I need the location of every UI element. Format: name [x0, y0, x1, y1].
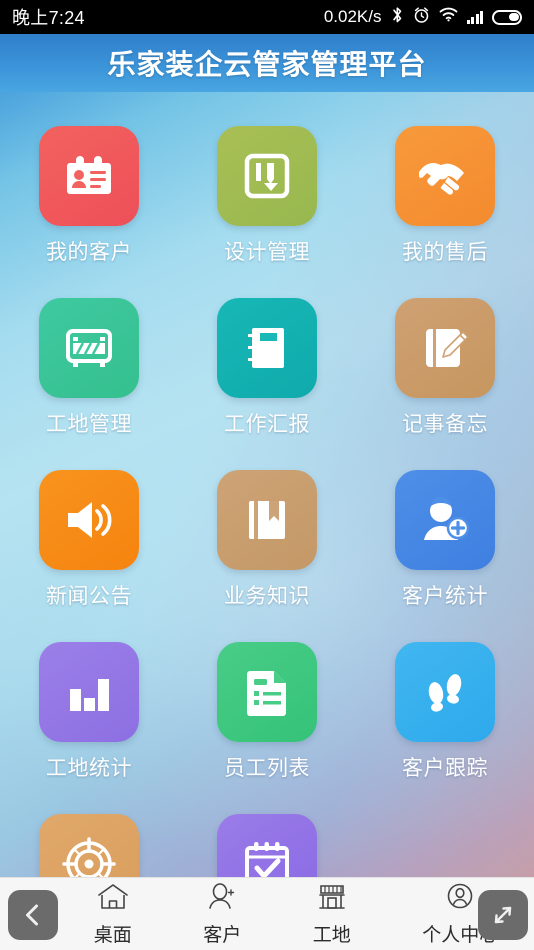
barrier-icon: [39, 298, 139, 398]
nav-item-worksite[interactable]: 工地: [313, 882, 351, 947]
grid-item-label: 记事备忘: [402, 413, 488, 436]
nav-item-label: 客户: [203, 925, 242, 946]
grid-item-label: 新闻公告: [46, 585, 132, 608]
grid-item-label: 工作汇报: [224, 413, 310, 436]
page-title: 乐家装企云管家管理平台: [107, 49, 427, 80]
footprints-icon: [395, 642, 495, 742]
nav-item-desktop[interactable]: 桌面: [94, 882, 132, 947]
grid-item-label: 客户跟踪: [402, 757, 488, 780]
grid-item-memo[interactable]: 记事备忘: [370, 298, 520, 438]
bluetooth-icon: [391, 6, 404, 29]
grid-item-my-customers[interactable]: 我的客户: [14, 126, 164, 266]
content-area: 我的客户 设计管理 我的售后 工地管理 工作汇报 记事备忘 新闻公告 业务知识 …: [0, 92, 534, 877]
home-icon: [96, 882, 130, 917]
bar-chart-icon: [39, 642, 139, 742]
grid-item-label: 设计管理: [224, 241, 310, 264]
shrink-arrows-icon: [494, 906, 512, 924]
grid-item-site-tracking[interactable]: 工地跟踪: [14, 814, 164, 877]
notebook-icon: [217, 298, 317, 398]
app-screen: 晚上7:24 0.02K/s 乐家装企云管家管理平台 我的客户 设计管理 我的售…: [0, 0, 534, 950]
signal-icon: [466, 10, 483, 24]
contact-card-icon: [39, 126, 139, 226]
back-chevron-icon: [26, 904, 38, 926]
grid-item-site-stats[interactable]: 工地统计: [14, 642, 164, 782]
list-document-icon: [217, 642, 317, 742]
calendar-check-icon: [217, 814, 317, 877]
grid-item-label: 我的客户: [46, 241, 132, 264]
book-download-icon: [217, 126, 317, 226]
bottom-nav-bar: 桌面 客户 工地 个人中心: [0, 877, 534, 950]
nav-item-label: 桌面: [93, 925, 132, 946]
grid-item-label: 工地管理: [46, 413, 132, 436]
nav-item-label: 工地: [312, 925, 351, 946]
wifi-icon: [439, 7, 458, 27]
books-icon: [217, 470, 317, 570]
grid-item-site-management[interactable]: 工地管理: [14, 298, 164, 438]
status-bar-indicators: 0.02K/s: [324, 6, 522, 29]
grid-item-label: 我的售后: [402, 241, 488, 264]
user-add-icon: [395, 470, 495, 570]
grid-item-news[interactable]: 新闻公告: [14, 470, 164, 610]
back-button[interactable]: [8, 890, 58, 940]
status-bar-time: 晚上7:24: [12, 8, 85, 28]
app-header: 乐家装企云管家管理平台: [0, 34, 534, 92]
grid-item-design-management[interactable]: 设计管理: [192, 126, 342, 266]
customer-add-icon: [205, 882, 239, 917]
profile-circle-icon: [443, 882, 477, 917]
radar-target-icon: [39, 814, 139, 877]
grid-item-label: 工地统计: [46, 757, 132, 780]
grid-item-attendance[interactable]: 考勤签到: [192, 814, 342, 877]
bottom-nav-items: 桌面 客户 工地 个人中心: [0, 882, 534, 947]
grid-item-label: 员工列表: [224, 757, 310, 780]
app-grid: 我的客户 设计管理 我的售后 工地管理 工作汇报 记事备忘 新闻公告 业务知识 …: [0, 92, 534, 877]
megaphone-icon: [39, 470, 139, 570]
handshake-icon: [395, 126, 495, 226]
grid-item-business-knowledge[interactable]: 业务知识: [192, 470, 342, 610]
grid-item-customer-tracking[interactable]: 客户跟踪: [370, 642, 520, 782]
grid-item-empty: [370, 814, 520, 877]
grid-item-customer-stats[interactable]: 客户统计: [370, 470, 520, 610]
grid-item-work-report[interactable]: 工作汇报: [192, 298, 342, 438]
status-bar: 晚上7:24 0.02K/s: [0, 0, 534, 34]
worksite-icon: [315, 882, 349, 917]
alarm-icon: [413, 6, 430, 29]
grid-item-label: 业务知识: [224, 585, 310, 608]
grid-item-label: 客户统计: [402, 585, 488, 608]
grid-item-employee-list[interactable]: 员工列表: [192, 642, 342, 782]
battery-icon: [492, 9, 522, 25]
grid-item-my-aftersales[interactable]: 我的售后: [370, 126, 520, 266]
network-speed-label: 0.02K/s: [323, 7, 382, 26]
shrink-button[interactable]: [478, 890, 528, 940]
nav-item-customer[interactable]: 客户: [203, 882, 241, 947]
note-pencil-icon: [395, 298, 495, 398]
